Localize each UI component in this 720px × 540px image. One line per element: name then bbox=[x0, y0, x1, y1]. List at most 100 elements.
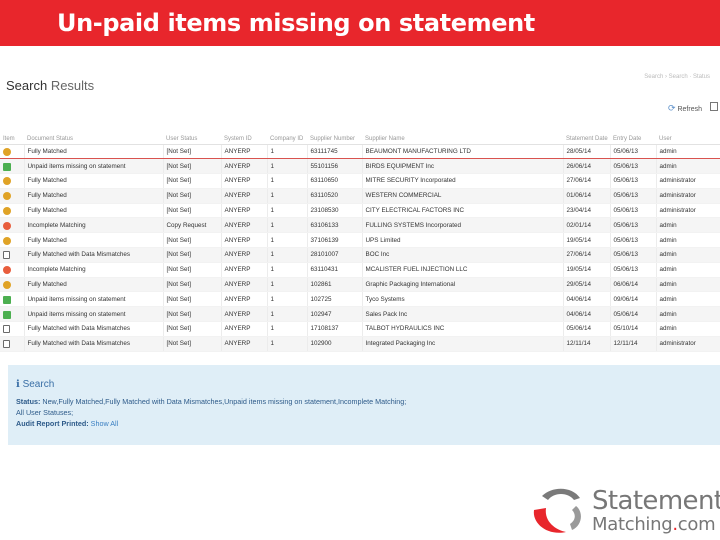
cell-supplier-no: 102900 bbox=[307, 336, 363, 352]
cell-supplier-name: UPS Limited bbox=[362, 232, 564, 249]
table-row[interactable]: Incomplete Matching [Not Set] ANYERP 1 63110… bbox=[0, 262, 720, 278]
status-filter-value: New,Fully Matched,Fully Matched with Dat… bbox=[40, 397, 407, 406]
column-header[interactable]: System ID bbox=[221, 134, 267, 145]
table-body: Fully Matched [Not Set] ANYERP 1 63111745 BEA… bbox=[0, 143, 720, 352]
status-filter-label: Status: bbox=[16, 397, 41, 406]
cell-system: ANYERP bbox=[221, 173, 268, 189]
cell-statement-date: 27/06/14 bbox=[563, 247, 611, 263]
row-icon-cell bbox=[0, 173, 25, 189]
document-icon bbox=[3, 340, 10, 349]
column-header[interactable]: Entry Date bbox=[610, 134, 656, 145]
user-status-filter-line: All User Statuses; bbox=[16, 408, 74, 417]
cell-entry-date: 05/10/14 bbox=[610, 321, 657, 337]
cell-entry-date: 09/06/14 bbox=[610, 291, 657, 308]
title-banner: Un-paid items missing on statement bbox=[0, 0, 720, 46]
cell-supplier-name: WESTERN COMMERCIAL bbox=[362, 188, 564, 204]
logo-swirl-icon bbox=[533, 488, 581, 533]
cell-supplier-no: 37106139 bbox=[307, 232, 363, 249]
cell-supplier-no: 17108137 bbox=[307, 321, 363, 337]
column-header[interactable]: Supplier Name bbox=[362, 134, 563, 145]
cell-statement-date: 23/04/14 bbox=[563, 203, 611, 219]
cell-company: 1 bbox=[267, 143, 308, 160]
cell-status: Fully Matched bbox=[24, 203, 164, 219]
cell-statement-date: 19/05/14 bbox=[563, 262, 611, 278]
cell-user: administrator bbox=[656, 173, 720, 189]
cell-status: Fully Matched bbox=[24, 232, 164, 249]
table-row[interactable]: Fully Matched [Not Set] ANYERP 1 102861 Graph… bbox=[0, 277, 720, 293]
column-header[interactable]: Company ID bbox=[267, 134, 307, 145]
audit-filter-value[interactable]: Show All bbox=[89, 419, 119, 428]
cell-supplier-no: 63110431 bbox=[307, 262, 363, 278]
column-header[interactable]: Statement Date bbox=[563, 134, 610, 145]
cell-status: Fully Matched bbox=[24, 277, 164, 293]
cell-system: ANYERP bbox=[221, 321, 268, 337]
table-row[interactable]: Unpaid items missing on statement [Not Se… bbox=[0, 158, 720, 175]
cell-user-status: [Not Set] bbox=[163, 232, 222, 249]
column-header[interactable]: Supplier Number bbox=[307, 134, 362, 145]
logo-text-statement: Statement bbox=[592, 486, 720, 516]
cell-user-status: [Not Set] bbox=[163, 158, 222, 175]
breadcrumb[interactable]: Search › Search · Status bbox=[644, 74, 710, 80]
cell-company: 1 bbox=[267, 336, 308, 352]
cell-system: ANYERP bbox=[221, 188, 268, 204]
row-icon-cell bbox=[0, 306, 25, 323]
cell-user-status: [Not Set] bbox=[163, 291, 222, 308]
table-row[interactable]: Fully Matched [Not Set] ANYERP 1 63111745 BEA… bbox=[0, 143, 720, 160]
cell-user-status: [Not Set] bbox=[163, 277, 222, 293]
cell-status: Unpaid items missing on statement bbox=[24, 306, 164, 323]
logo-text-tld: com bbox=[677, 514, 716, 535]
cell-supplier-no: 63106133 bbox=[307, 217, 363, 234]
cell-status: Incomplete Matching bbox=[24, 262, 164, 278]
cell-company: 1 bbox=[267, 277, 308, 293]
statement-matching-logo: Statement Matching.com bbox=[528, 484, 720, 540]
table-row[interactable]: Fully Matched [Not Set] ANYERP 1 63110520 WES… bbox=[0, 188, 720, 204]
table-row[interactable]: Fully Matched with Data Mismatches [Not S… bbox=[0, 336, 720, 352]
cell-system: ANYERP bbox=[221, 143, 268, 160]
table-row[interactable]: Fully Matched [Not Set] ANYERP 1 63110650 MIT… bbox=[0, 173, 720, 189]
results-title-sub: Results bbox=[47, 78, 95, 93]
row-icon-cell bbox=[0, 321, 25, 337]
cell-statement-date: 04/06/14 bbox=[563, 306, 611, 323]
column-header[interactable]: Item bbox=[0, 134, 24, 145]
cell-entry-date: 05/06/14 bbox=[610, 306, 657, 323]
cell-supplier-no: 102861 bbox=[307, 277, 363, 293]
table-row[interactable]: Fully Matched with Data Mismatches [Not S… bbox=[0, 247, 720, 263]
cell-company: 1 bbox=[267, 203, 308, 219]
table-row[interactable]: Fully Matched with Data Mismatches [Not S… bbox=[0, 321, 720, 337]
cell-user: admin bbox=[656, 217, 720, 234]
cell-statement-date: 19/05/14 bbox=[563, 232, 611, 249]
table-row[interactable]: Unpaid items missing on statement [Not Se… bbox=[0, 291, 720, 308]
row-icon-cell bbox=[0, 247, 25, 263]
cell-system: ANYERP bbox=[221, 158, 268, 175]
column-header[interactable]: Document Status bbox=[24, 134, 163, 145]
gear-icon bbox=[3, 177, 11, 186]
audit-filter-line: Audit Report Printed: Show All bbox=[16, 419, 118, 428]
column-header[interactable]: User Status bbox=[163, 134, 221, 145]
cell-user-status: [Not Set] bbox=[163, 247, 222, 263]
column-header[interactable]: User bbox=[656, 134, 720, 145]
cell-user: admin bbox=[656, 262, 720, 278]
cell-user-status: [Not Set] bbox=[163, 336, 222, 352]
cell-user: admin bbox=[656, 291, 720, 308]
cell-entry-date: 05/06/13 bbox=[610, 247, 657, 263]
export-icon[interactable] bbox=[710, 102, 718, 111]
cell-user: admin bbox=[656, 247, 720, 263]
table-row[interactable]: Incomplete Matching Copy Request ANYERP 1 63… bbox=[0, 217, 720, 234]
cell-user-status: Copy Request bbox=[163, 217, 222, 234]
cell-user: admin bbox=[656, 158, 720, 175]
gear-icon bbox=[3, 192, 11, 201]
cell-statement-date: 01/06/14 bbox=[563, 188, 611, 204]
logo-text-matching: Matching bbox=[592, 514, 673, 535]
cell-statement-date: 12/11/14 bbox=[563, 336, 611, 352]
cell-entry-date: 05/06/13 bbox=[610, 143, 657, 160]
row-icon-cell bbox=[0, 158, 25, 175]
cell-supplier-name: TALBOT HYDRAULICS INC bbox=[362, 321, 564, 337]
refresh-icon: ⟳ bbox=[667, 103, 676, 113]
table-row[interactable]: Fully Matched [Not Set] ANYERP 1 23108530 CIT… bbox=[0, 203, 720, 219]
cell-entry-date: 05/06/13 bbox=[610, 173, 657, 189]
cell-supplier-no: 63111745 bbox=[307, 143, 363, 160]
table-row[interactable]: Fully Matched [Not Set] ANYERP 1 37106139 UPS… bbox=[0, 232, 720, 249]
refresh-button[interactable]: ⟳ Refresh bbox=[668, 103, 702, 114]
table-row[interactable]: Unpaid items missing on statement [Not Se… bbox=[0, 306, 720, 323]
row-icon-cell bbox=[0, 232, 25, 249]
